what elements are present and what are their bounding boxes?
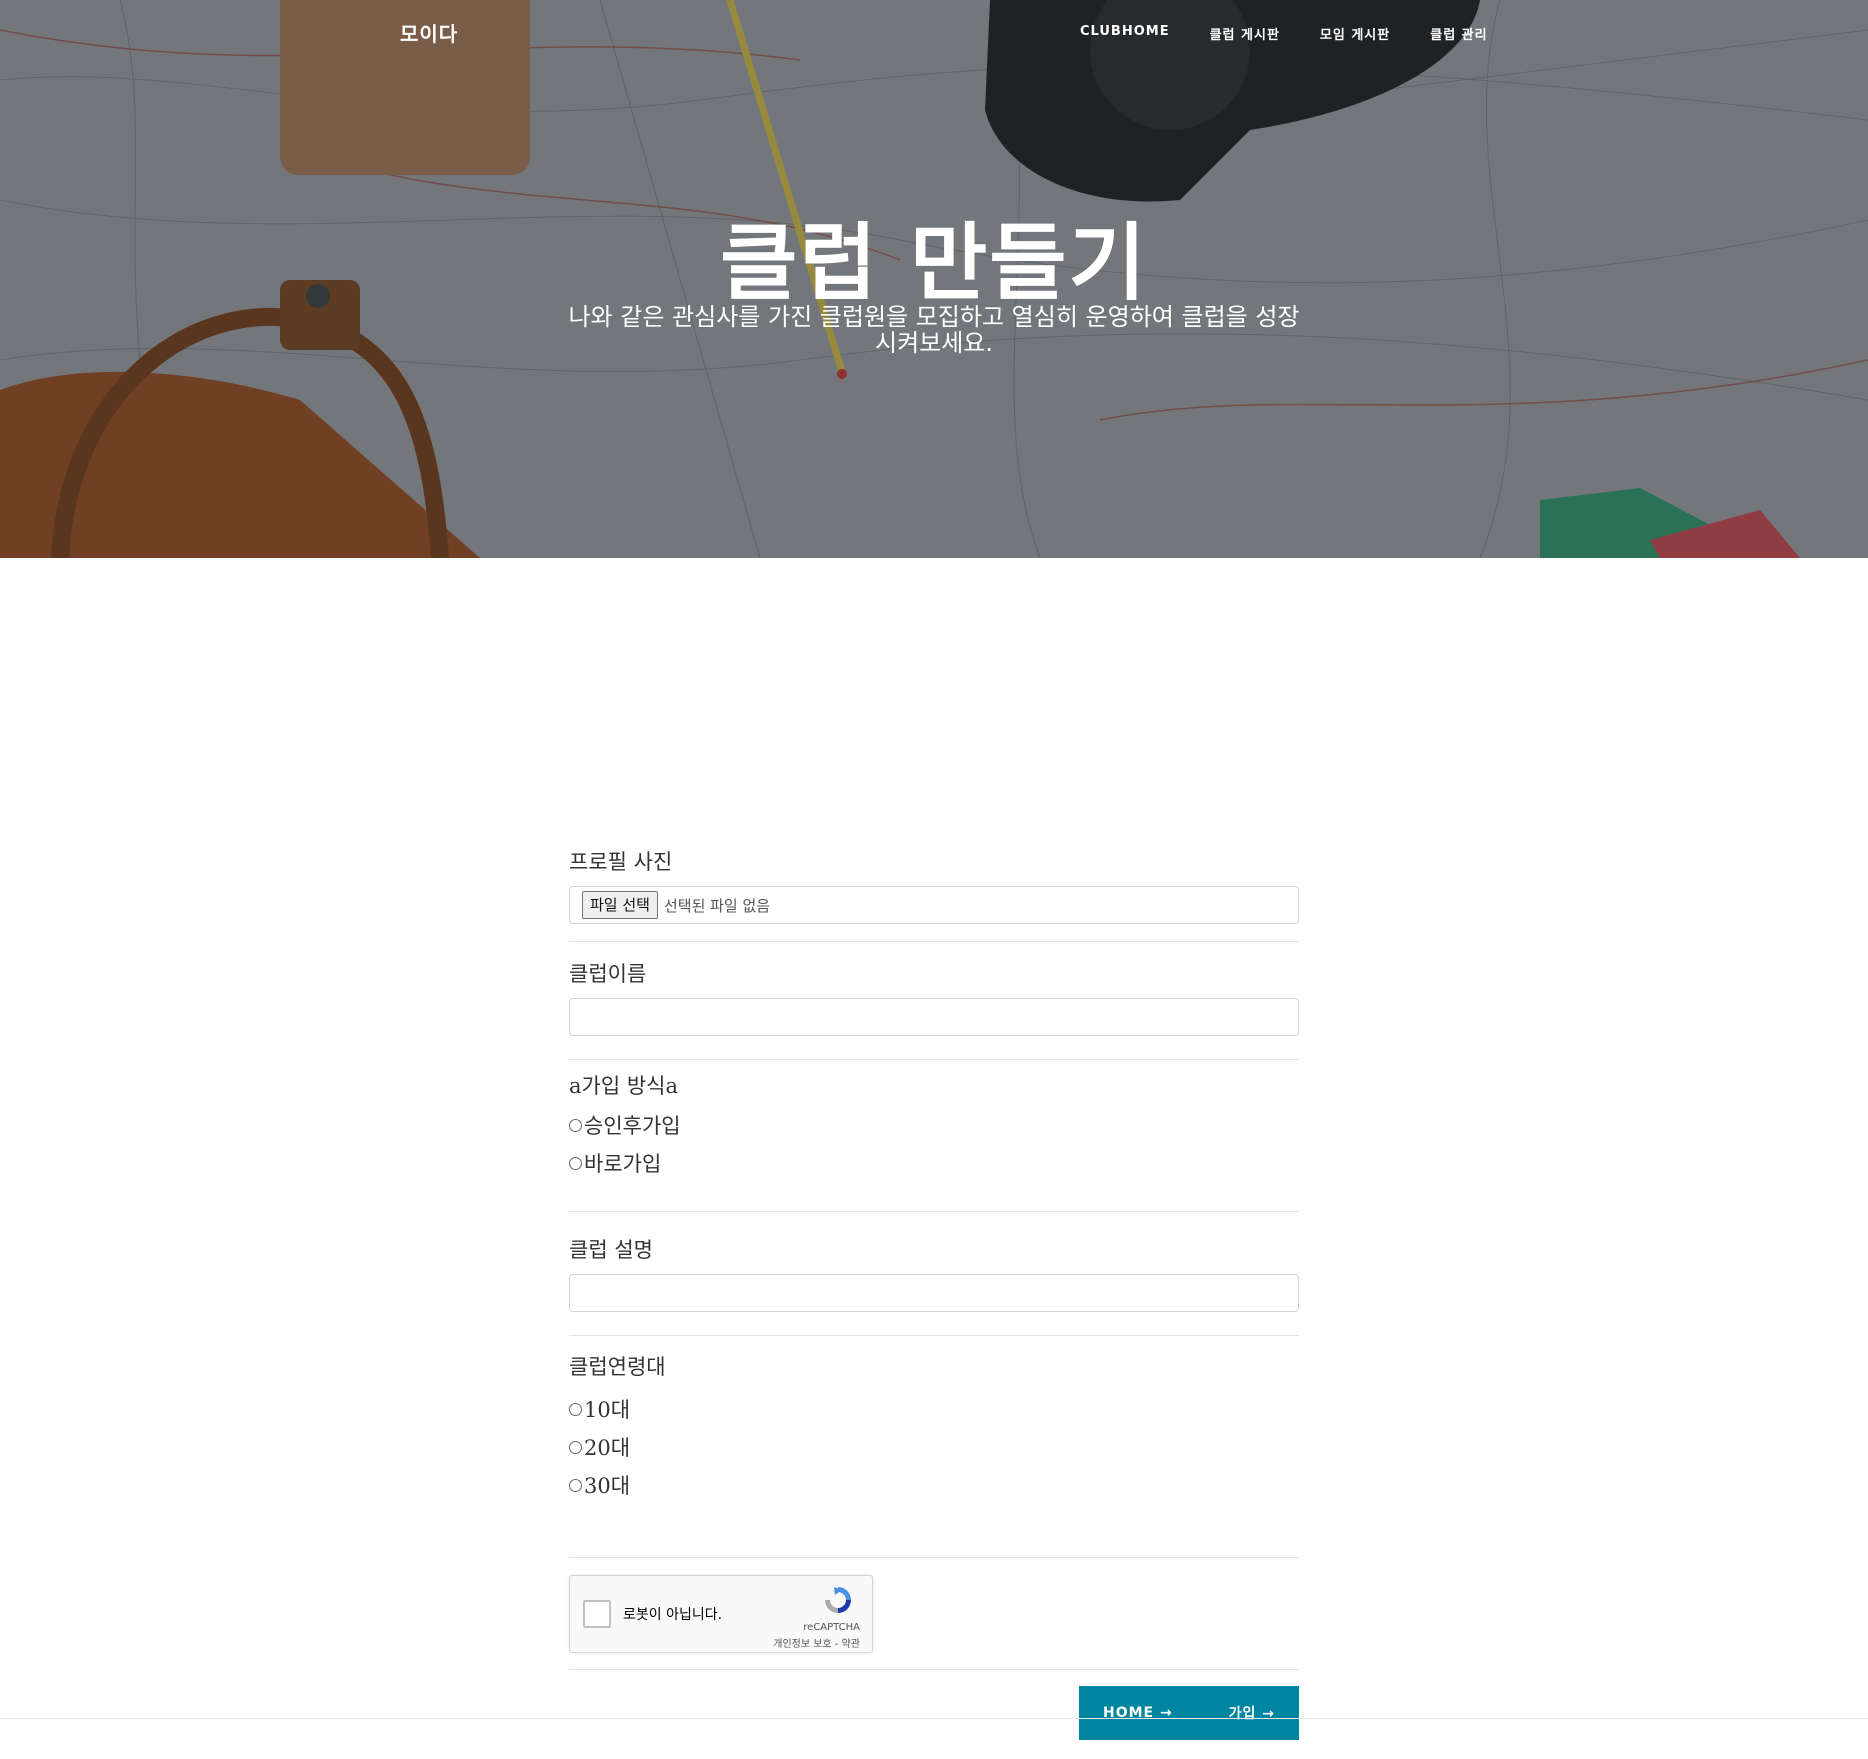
profile-photo-group: 프로필 사진 파일 선택 선택된 파일 없음	[569, 838, 1299, 942]
radio-label: 10대	[584, 1398, 631, 1422]
join-method-group: a가입 방식a 승인후가입 바로가입	[569, 1066, 1299, 1212]
create-club-form: 프로필 사진 파일 선택 선택된 파일 없음 클럽이름 a가입 방식a 승인후가…	[569, 838, 1299, 1759]
file-status-text: 선택된 파일 없음	[663, 896, 771, 915]
join-method-option-direct[interactable]: 바로가입	[569, 1144, 1299, 1182]
nav-link-club-board[interactable]: 클럽 게시판	[1190, 24, 1300, 43]
captcha-group: 로봇이 아닙니다. reCAPTCHA 개인정보 보호 - 약관	[569, 1558, 1299, 1670]
radio-button[interactable]	[569, 1156, 582, 1170]
age-option-20s[interactable]: 20대	[569, 1428, 1299, 1466]
recaptcha-label: 로봇이 아닙니다.	[623, 1607, 723, 1623]
club-name-input[interactable]	[569, 998, 1299, 1036]
nav-link-club-manage[interactable]: 클럽 관리	[1410, 24, 1507, 43]
nav-link-clubhome[interactable]: CLUBHOME	[1060, 24, 1190, 43]
profile-photo-file-input[interactable]: 파일 선택 선택된 파일 없음	[569, 886, 1299, 924]
recaptcha-privacy-terms-link[interactable]: 개인정보 보호 - 약관	[773, 1635, 860, 1650]
form-actions: HOME → 가입 →	[569, 1670, 1299, 1759]
join-method-option-approval[interactable]: 승인후가입	[569, 1106, 1299, 1144]
profile-photo-label: 프로필 사진	[569, 850, 673, 874]
radio-button[interactable]	[569, 1478, 582, 1492]
radio-button[interactable]	[569, 1118, 582, 1132]
recaptcha-icon	[825, 1587, 851, 1613]
club-description-input[interactable]	[569, 1274, 1299, 1312]
recaptcha-brand-text: reCAPTCHA	[803, 1622, 860, 1633]
nav-link-meeting-board[interactable]: 모임 게시판	[1300, 24, 1410, 43]
action-button-bar: HOME → 가입 →	[1079, 1686, 1299, 1740]
radio-button[interactable]	[569, 1402, 582, 1416]
age-option-30s[interactable]: 30대	[569, 1466, 1299, 1504]
recaptcha-checkbox[interactable]	[583, 1600, 611, 1628]
page-subtitle: 나와 같은 관심사를 가진 클럽원을 모집하고 열심히 운영하여 클럽을 성장시…	[568, 303, 1300, 357]
join-button[interactable]: 가입 →	[1229, 1703, 1275, 1723]
age-option-10s[interactable]: 10대	[569, 1390, 1299, 1428]
radio-label: 바로가입	[584, 1152, 662, 1176]
age-group-label: 클럽연령대	[569, 1355, 666, 1379]
radio-button[interactable]	[569, 1440, 582, 1454]
footer-divider	[0, 1718, 1868, 1719]
main-nav: CLUBHOME 클럽 게시판 모임 게시판 클럽 관리	[1060, 24, 1508, 43]
radio-label: 승인후가입	[584, 1114, 681, 1138]
recaptcha-widget: 로봇이 아닙니다. reCAPTCHA 개인정보 보호 - 약관	[569, 1575, 873, 1653]
club-name-label: 클럽이름	[569, 962, 647, 986]
hero-header: 모이다 CLUBHOME 클럽 게시판 모임 게시판 클럽 관리 클럽 만들기 …	[0, 0, 1868, 558]
page-title: 클럽 만들기	[720, 214, 1148, 312]
radio-label: 30대	[584, 1474, 631, 1498]
radio-label: 20대	[584, 1436, 631, 1460]
club-description-label: 클럽 설명	[569, 1238, 653, 1262]
file-select-button[interactable]: 파일 선택	[582, 891, 658, 919]
club-name-group: 클럽이름	[569, 950, 1299, 1060]
club-description-group: 클럽 설명	[569, 1226, 1299, 1336]
join-method-label: a가입 방식a	[569, 1074, 678, 1098]
age-group-group: 클럽연령대 10대 20대 30대	[569, 1344, 1299, 1558]
brand-logo-link[interactable]: 모이다	[400, 18, 458, 47]
